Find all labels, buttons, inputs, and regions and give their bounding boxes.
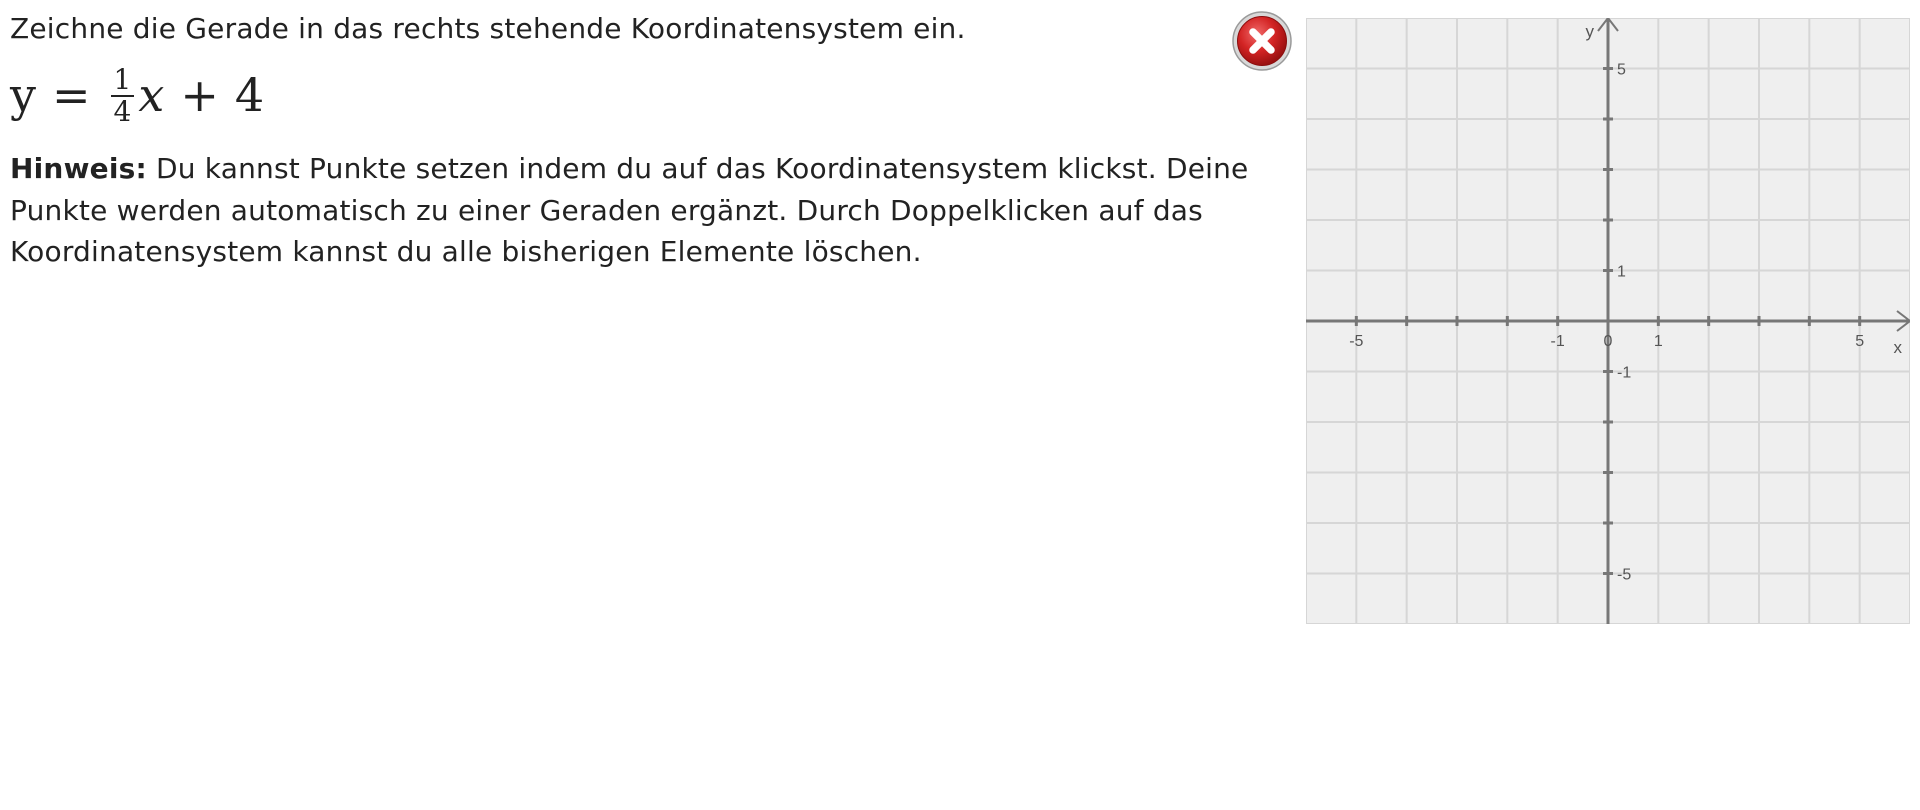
x-axis-label: x: [1894, 338, 1903, 357]
hint-text: Du kannst Punkte setzen indem du auf das…: [10, 152, 1249, 268]
task-instruction: Zeichne die Gerade in das rechts stehend…: [10, 12, 966, 45]
equation-fraction: 1 4: [110, 63, 135, 127]
y-tick-label: -1: [1617, 365, 1631, 382]
equation-numerator: 1: [113, 63, 132, 96]
equation: y = 1 4 x + 4: [10, 62, 264, 128]
y-axis-label: y: [1586, 22, 1595, 41]
hint-paragraph: Hinweis: Du kannst Punkte setzen indem d…: [10, 148, 1295, 273]
close-icon: [1232, 11, 1292, 71]
equation-variable: x: [138, 68, 165, 122]
close-button[interactable]: [1231, 10, 1293, 72]
equation-denominator: 4: [110, 95, 135, 127]
x-tick-label: 0: [1604, 333, 1613, 350]
hint-label: Hinweis:: [10, 152, 147, 185]
y-tick-label: 1: [1617, 264, 1626, 281]
equation-lhs: y: [10, 68, 36, 122]
coordinate-system[interactable]: -5 -1 0 1 5 5 1 -1 -5 x y: [1305, 16, 1912, 625]
x-tick-label: 1: [1654, 333, 1663, 350]
x-tick-label: -5: [1349, 333, 1363, 350]
equation-constant: 4: [234, 68, 265, 122]
x-tick-label: 5: [1855, 333, 1864, 350]
y-tick-label: 5: [1617, 62, 1626, 79]
y-tick-label: -5: [1617, 567, 1631, 584]
equation-equals-sign: =: [52, 68, 91, 122]
equation-plus-sign: +: [180, 68, 219, 122]
x-tick-label: -1: [1551, 333, 1565, 350]
coordinate-system-canvas[interactable]: -5 -1 0 1 551-1-5xy: [1305, 16, 1912, 625]
